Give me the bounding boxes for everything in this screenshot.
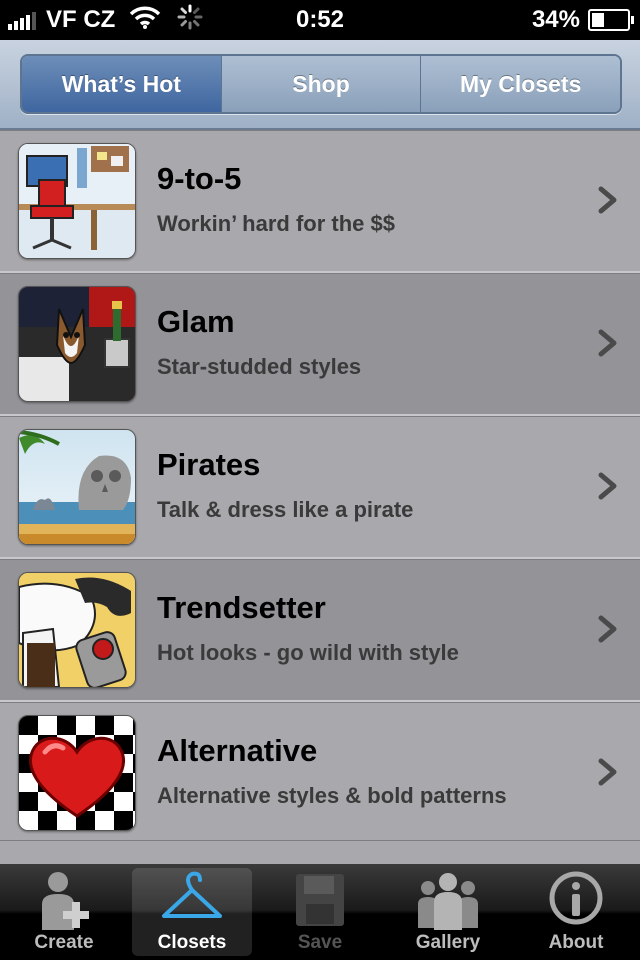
battery-percent: 34% <box>531 6 580 33</box>
tab-about[interactable]: About <box>512 864 640 960</box>
tab-label: Closets <box>157 932 227 953</box>
item-title: Glam <box>157 304 235 339</box>
tab-gallery[interactable]: Gallery <box>384 864 512 960</box>
segment-my-closets[interactable]: My Closets <box>420 56 620 112</box>
group-icon <box>416 870 480 930</box>
item-subtitle: Talk & dress like a pirate <box>157 497 414 522</box>
hanger-icon <box>160 870 224 930</box>
segment-whats-hot[interactable]: What’s Hot <box>22 56 221 112</box>
list-item-pirates[interactable]: Pirates Talk & dress like a pirate <box>0 416 640 559</box>
chevron-right-icon <box>598 329 617 357</box>
segmented-control: What’s Hot Shop My Closets <box>20 54 622 114</box>
chevron-right-icon <box>598 758 617 786</box>
item-title: Alternative <box>157 733 318 768</box>
skull-island-icon <box>18 429 136 545</box>
tab-save[interactable]: Save <box>256 864 384 960</box>
navigation-header: What’s Hot Shop My Closets <box>0 40 640 130</box>
chevron-right-icon <box>598 615 617 643</box>
heart-checkerboard-icon <box>18 715 136 831</box>
status-bar: VF CZ 0:52 34% <box>0 0 640 40</box>
floppy-disk-icon <box>288 870 352 930</box>
list-item-trendsetter[interactable]: Trendsetter Hot looks - go wild with sty… <box>0 559 640 702</box>
battery-icon <box>588 9 634 31</box>
wtf-sunglasses-icon <box>18 572 136 688</box>
item-title: 9-to-5 <box>157 161 242 196</box>
tab-closets[interactable]: Closets <box>128 864 256 960</box>
list-item-9-to-5[interactable]: 9-to-5 Workin’ hard for the $$ <box>0 130 640 273</box>
item-subtitle: Alternative styles & bold patterns <box>157 783 507 808</box>
list-item-alternative[interactable]: Alternative Alternative styles & bold pa… <box>0 702 640 845</box>
item-title: Trendsetter <box>157 590 326 625</box>
item-subtitle: Workin’ hard for the $$ <box>157 211 395 236</box>
chevron-right-icon <box>598 472 617 500</box>
segment-shop[interactable]: Shop <box>220 56 421 112</box>
chevron-right-icon <box>598 186 617 214</box>
dog-champagne-icon <box>18 286 136 402</box>
office-chair-icon <box>18 143 136 259</box>
tab-label: Create <box>34 932 94 953</box>
list-item-partial[interactable] <box>0 840 640 865</box>
person-plus-icon <box>32 870 96 930</box>
list-item-glam[interactable]: Glam Star-studded styles <box>0 273 640 416</box>
item-title: Pirates <box>157 447 261 482</box>
tab-bar: Create Closets Save Gallery About <box>0 864 640 960</box>
tab-label: About <box>548 932 604 953</box>
closet-list: 9-to-5 Workin’ hard for the $$ Glam Star… <box>0 130 640 845</box>
tab-create[interactable]: Create <box>0 864 128 960</box>
tab-label: Save <box>297 932 343 953</box>
item-subtitle: Star-studded styles <box>157 354 362 379</box>
tab-label: Gallery <box>415 932 481 953</box>
info-icon <box>544 870 608 930</box>
item-subtitle: Hot looks - go wild with style <box>157 640 459 665</box>
